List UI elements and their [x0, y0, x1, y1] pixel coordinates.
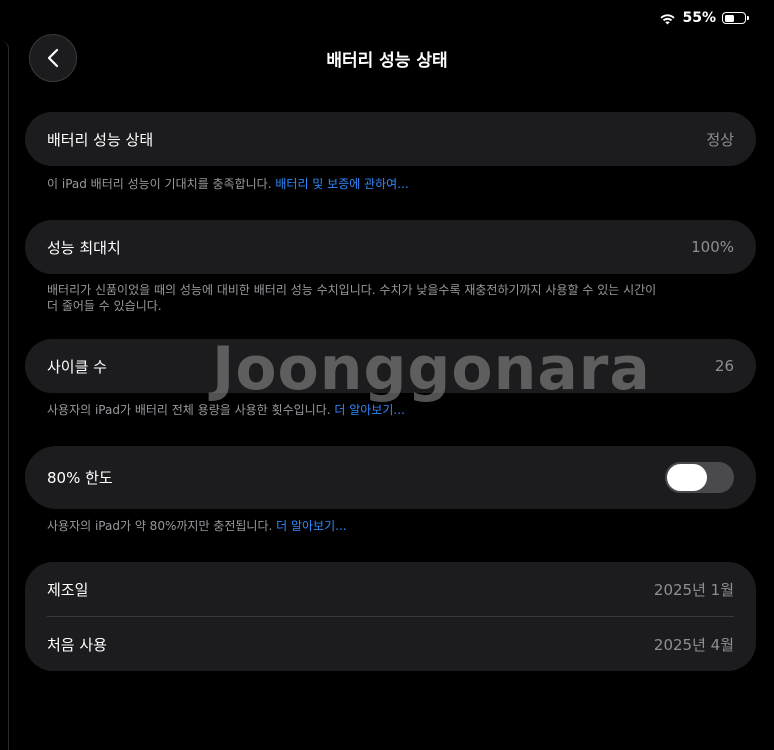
- dates-card: 제조일 2025년 1월 처음 사용 2025년 4월: [25, 562, 756, 671]
- battery-health-footer-text: 이 iPad 배터리 성능이 기대치를 충족합니다.: [47, 177, 276, 191]
- cycle-count-learn-more-link[interactable]: 더 알아보기...: [334, 403, 404, 417]
- toggle-knob: [667, 464, 707, 491]
- first-use-value: 2025년 4월: [653, 635, 734, 654]
- max-capacity-value: 100%: [691, 238, 734, 256]
- cycle-count-value: 26: [714, 357, 734, 375]
- limit-80-learn-more-link[interactable]: 더 알아보기...: [276, 519, 346, 533]
- max-capacity-row: 성능 최대치 100%: [25, 220, 756, 274]
- battery-percentage: 55%: [682, 10, 716, 26]
- battery-health-footer: 이 iPad 배터리 성능이 기대치를 충족합니다. 배터리 및 보증에 관하여…: [47, 176, 687, 192]
- battery-health-label: 배터리 성능 상태: [47, 130, 154, 149]
- first-use-row: 처음 사용 2025년 4월: [25, 617, 756, 671]
- manufacture-date-value: 2025년 1월: [653, 580, 734, 599]
- limit-80-row: 80% 한도: [25, 446, 756, 509]
- cycle-count-footer: 사용자의 iPad가 배터리 전체 용량을 사용한 횟수입니다. 더 알아보기.…: [47, 402, 687, 418]
- manufacture-date-row: 제조일 2025년 1월: [25, 562, 756, 616]
- limit-80-label: 80% 한도: [47, 469, 113, 487]
- max-capacity-footer-line2: 더 줄어들 수 있습니다.: [47, 299, 162, 313]
- cycle-count-footer-text: 사용자의 iPad가 배터리 전체 용량을 사용한 횟수입니다.: [47, 403, 335, 417]
- cycle-count-label: 사이클 수: [47, 357, 107, 376]
- max-capacity-label: 성능 최대치: [47, 238, 121, 257]
- max-capacity-footer: 배터리가 신품이었을 때의 성능에 대비한 배터리 성능 수치입니다. 수치가 …: [47, 282, 687, 314]
- first-use-label: 처음 사용: [47, 635, 107, 654]
- manufacture-date-label: 제조일: [47, 580, 89, 599]
- battery-level-fill: [724, 14, 735, 22]
- page-title: 배터리 성능 상태: [326, 51, 448, 71]
- limit-80-footer-text: 사용자의 iPad가 약 80%까지만 충전됩니다.: [47, 519, 277, 533]
- sidebar-edge: [0, 40, 9, 750]
- max-capacity-footer-line1: 배터리가 신품이었을 때의 성능에 대비한 배터리 성능 수치입니다. 수치가 …: [47, 283, 657, 297]
- limit-80-toggle[interactable]: [665, 462, 734, 493]
- battery-icon: [722, 12, 749, 24]
- limit-80-footer: 사용자의 iPad가 약 80%까지만 충전됩니다. 더 알아보기...: [47, 518, 687, 534]
- cycle-count-row: 사이클 수 26: [25, 339, 756, 393]
- battery-health-value: 정상: [706, 130, 734, 149]
- battery-warranty-link[interactable]: 배터리 및 보증에 관하여...: [275, 177, 408, 191]
- status-bar: 55%: [659, 8, 749, 28]
- battery-health-row[interactable]: 배터리 성능 상태 정상: [25, 112, 756, 166]
- wifi-icon: [659, 12, 676, 25]
